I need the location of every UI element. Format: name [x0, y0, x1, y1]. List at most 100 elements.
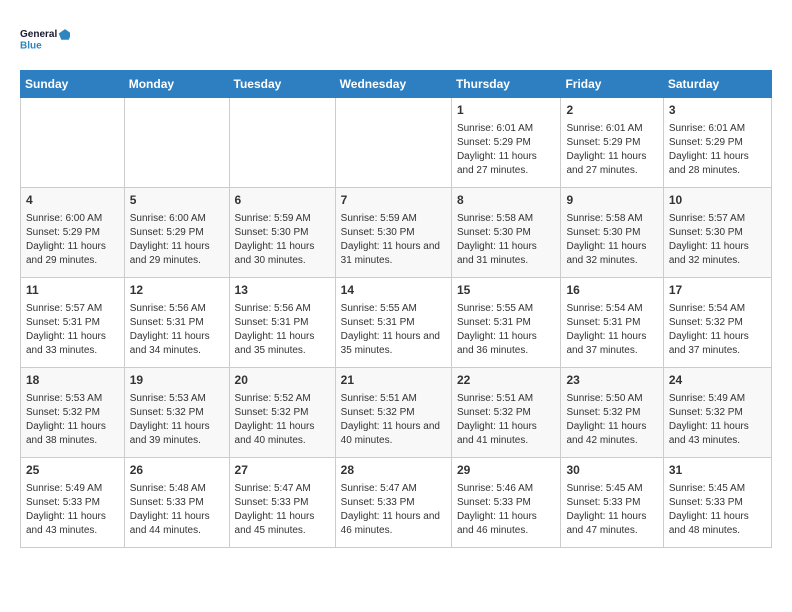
- day-info: Sunrise: 5:59 AM Sunset: 5:30 PM Dayligh…: [341, 212, 446, 268]
- day-number: 23: [566, 372, 657, 389]
- day-number: 10: [669, 192, 766, 209]
- day-info: Sunrise: 6:01 AM Sunset: 5:29 PM Dayligh…: [457, 122, 556, 178]
- calendar-cell: 30 Sunrise: 5:45 AM Sunset: 5:33 PM Dayl…: [561, 458, 663, 548]
- day-number: 22: [457, 372, 556, 389]
- svg-text:Blue: Blue: [20, 40, 42, 51]
- day-number: 4: [26, 192, 119, 209]
- calendar-cell: 11 Sunrise: 5:57 AM Sunset: 5:31 PM Dayl…: [21, 278, 125, 368]
- day-info: Sunrise: 5:57 AM Sunset: 5:31 PM Dayligh…: [26, 302, 119, 358]
- day-info: Sunrise: 5:47 AM Sunset: 5:33 PM Dayligh…: [341, 482, 446, 538]
- day-info: Sunrise: 6:01 AM Sunset: 5:29 PM Dayligh…: [669, 122, 766, 178]
- day-number: 29: [457, 462, 556, 479]
- day-info: Sunrise: 5:54 AM Sunset: 5:32 PM Dayligh…: [669, 302, 766, 358]
- day-number: 6: [235, 192, 330, 209]
- day-number: 9: [566, 192, 657, 209]
- day-info: Sunrise: 5:46 AM Sunset: 5:33 PM Dayligh…: [457, 482, 556, 538]
- calendar-cell: 27 Sunrise: 5:47 AM Sunset: 5:33 PM Dayl…: [229, 458, 335, 548]
- day-info: Sunrise: 6:01 AM Sunset: 5:29 PM Dayligh…: [566, 122, 657, 178]
- day-number: 16: [566, 282, 657, 299]
- day-number: 15: [457, 282, 556, 299]
- calendar-cell: 28 Sunrise: 5:47 AM Sunset: 5:33 PM Dayl…: [335, 458, 451, 548]
- header-saturday: Saturday: [663, 71, 771, 98]
- calendar-cell: 24 Sunrise: 5:49 AM Sunset: 5:32 PM Dayl…: [663, 368, 771, 458]
- calendar-cell: 5 Sunrise: 6:00 AM Sunset: 5:29 PM Dayli…: [124, 188, 229, 278]
- day-number: 18: [26, 372, 119, 389]
- calendar-cell: 1 Sunrise: 6:01 AM Sunset: 5:29 PM Dayli…: [451, 98, 561, 188]
- calendar-cell: 15 Sunrise: 5:55 AM Sunset: 5:31 PM Dayl…: [451, 278, 561, 368]
- day-info: Sunrise: 5:47 AM Sunset: 5:33 PM Dayligh…: [235, 482, 330, 538]
- logo[interactable]: General Blue: [20, 20, 70, 60]
- day-number: 19: [130, 372, 224, 389]
- day-number: 12: [130, 282, 224, 299]
- day-info: Sunrise: 5:48 AM Sunset: 5:33 PM Dayligh…: [130, 482, 224, 538]
- day-info: Sunrise: 5:53 AM Sunset: 5:32 PM Dayligh…: [26, 392, 119, 448]
- day-info: Sunrise: 6:00 AM Sunset: 5:29 PM Dayligh…: [26, 212, 119, 268]
- day-info: Sunrise: 5:58 AM Sunset: 5:30 PM Dayligh…: [566, 212, 657, 268]
- day-number: 1: [457, 102, 556, 119]
- calendar-cell: 21 Sunrise: 5:51 AM Sunset: 5:32 PM Dayl…: [335, 368, 451, 458]
- calendar-cell: 8 Sunrise: 5:58 AM Sunset: 5:30 PM Dayli…: [451, 188, 561, 278]
- day-number: 5: [130, 192, 224, 209]
- day-number: 8: [457, 192, 556, 209]
- calendar-cell: 7 Sunrise: 5:59 AM Sunset: 5:30 PM Dayli…: [335, 188, 451, 278]
- day-number: 27: [235, 462, 330, 479]
- day-info: Sunrise: 5:59 AM Sunset: 5:30 PM Dayligh…: [235, 212, 330, 268]
- calendar-cell: 14 Sunrise: 5:55 AM Sunset: 5:31 PM Dayl…: [335, 278, 451, 368]
- calendar-cell: 22 Sunrise: 5:51 AM Sunset: 5:32 PM Dayl…: [451, 368, 561, 458]
- logo-svg: General Blue: [20, 20, 70, 60]
- day-number: 2: [566, 102, 657, 119]
- day-info: Sunrise: 5:55 AM Sunset: 5:31 PM Dayligh…: [341, 302, 446, 358]
- day-number: 17: [669, 282, 766, 299]
- day-number: 14: [341, 282, 446, 299]
- calendar-cell: 4 Sunrise: 6:00 AM Sunset: 5:29 PM Dayli…: [21, 188, 125, 278]
- calendar-cell: 25 Sunrise: 5:49 AM Sunset: 5:33 PM Dayl…: [21, 458, 125, 548]
- day-number: 28: [341, 462, 446, 479]
- day-number: 3: [669, 102, 766, 119]
- calendar-cell: 12 Sunrise: 5:56 AM Sunset: 5:31 PM Dayl…: [124, 278, 229, 368]
- calendar-cell: 6 Sunrise: 5:59 AM Sunset: 5:30 PM Dayli…: [229, 188, 335, 278]
- calendar-cell: 10 Sunrise: 5:57 AM Sunset: 5:30 PM Dayl…: [663, 188, 771, 278]
- day-info: Sunrise: 5:45 AM Sunset: 5:33 PM Dayligh…: [669, 482, 766, 538]
- calendar-cell: 26 Sunrise: 5:48 AM Sunset: 5:33 PM Dayl…: [124, 458, 229, 548]
- day-info: Sunrise: 5:49 AM Sunset: 5:33 PM Dayligh…: [26, 482, 119, 538]
- day-info: Sunrise: 5:45 AM Sunset: 5:33 PM Dayligh…: [566, 482, 657, 538]
- day-number: 20: [235, 372, 330, 389]
- day-number: 25: [26, 462, 119, 479]
- week-row-1: 1 Sunrise: 6:01 AM Sunset: 5:29 PM Dayli…: [21, 98, 772, 188]
- day-number: 26: [130, 462, 224, 479]
- week-row-5: 25 Sunrise: 5:49 AM Sunset: 5:33 PM Dayl…: [21, 458, 772, 548]
- calendar-cell: 3 Sunrise: 6:01 AM Sunset: 5:29 PM Dayli…: [663, 98, 771, 188]
- day-number: 30: [566, 462, 657, 479]
- page-header: General Blue: [20, 20, 772, 60]
- day-number: 31: [669, 462, 766, 479]
- week-row-4: 18 Sunrise: 5:53 AM Sunset: 5:32 PM Dayl…: [21, 368, 772, 458]
- day-info: Sunrise: 5:56 AM Sunset: 5:31 PM Dayligh…: [130, 302, 224, 358]
- day-info: Sunrise: 5:51 AM Sunset: 5:32 PM Dayligh…: [457, 392, 556, 448]
- day-number: 13: [235, 282, 330, 299]
- calendar-cell: 31 Sunrise: 5:45 AM Sunset: 5:33 PM Dayl…: [663, 458, 771, 548]
- day-info: Sunrise: 5:56 AM Sunset: 5:31 PM Dayligh…: [235, 302, 330, 358]
- header-row: SundayMondayTuesdayWednesdayThursdayFrid…: [21, 71, 772, 98]
- calendar-cell: 23 Sunrise: 5:50 AM Sunset: 5:32 PM Dayl…: [561, 368, 663, 458]
- header-wednesday: Wednesday: [335, 71, 451, 98]
- header-friday: Friday: [561, 71, 663, 98]
- calendar-cell: [229, 98, 335, 188]
- day-number: 11: [26, 282, 119, 299]
- calendar-cell: [124, 98, 229, 188]
- day-info: Sunrise: 6:00 AM Sunset: 5:29 PM Dayligh…: [130, 212, 224, 268]
- day-info: Sunrise: 5:50 AM Sunset: 5:32 PM Dayligh…: [566, 392, 657, 448]
- calendar-cell: [21, 98, 125, 188]
- header-sunday: Sunday: [21, 71, 125, 98]
- calendar-cell: 13 Sunrise: 5:56 AM Sunset: 5:31 PM Dayl…: [229, 278, 335, 368]
- day-number: 21: [341, 372, 446, 389]
- calendar-cell: 16 Sunrise: 5:54 AM Sunset: 5:31 PM Dayl…: [561, 278, 663, 368]
- day-info: Sunrise: 5:58 AM Sunset: 5:30 PM Dayligh…: [457, 212, 556, 268]
- calendar-cell: 2 Sunrise: 6:01 AM Sunset: 5:29 PM Dayli…: [561, 98, 663, 188]
- day-info: Sunrise: 5:55 AM Sunset: 5:31 PM Dayligh…: [457, 302, 556, 358]
- day-info: Sunrise: 5:51 AM Sunset: 5:32 PM Dayligh…: [341, 392, 446, 448]
- day-info: Sunrise: 5:52 AM Sunset: 5:32 PM Dayligh…: [235, 392, 330, 448]
- week-row-3: 11 Sunrise: 5:57 AM Sunset: 5:31 PM Dayl…: [21, 278, 772, 368]
- day-info: Sunrise: 5:57 AM Sunset: 5:30 PM Dayligh…: [669, 212, 766, 268]
- header-thursday: Thursday: [451, 71, 561, 98]
- header-tuesday: Tuesday: [229, 71, 335, 98]
